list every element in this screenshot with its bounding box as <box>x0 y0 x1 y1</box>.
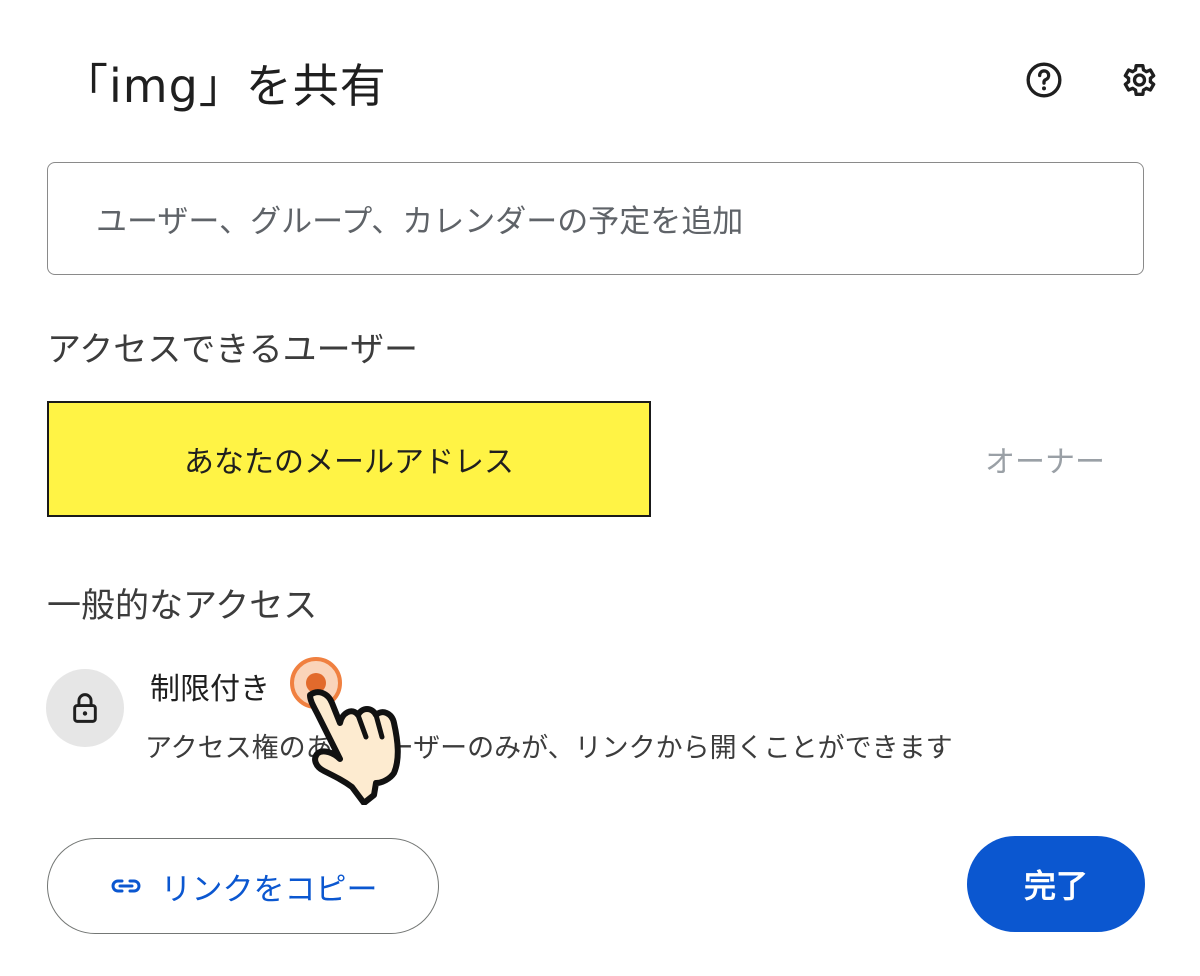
gear-icon <box>1123 64 1156 97</box>
help-button[interactable] <box>1022 58 1066 102</box>
general-access-description: アクセス権のあるユーザーのみが、リンクから開くことができます <box>145 733 953 764</box>
link-icon <box>111 879 140 893</box>
user-role: オーナー <box>985 445 1105 480</box>
tap-hand-icon <box>290 657 401 805</box>
lock-icon <box>73 693 97 723</box>
user-email-highlight: あなたのメールアドレス <box>47 401 651 517</box>
add-people-placeholder: ユーザー、グループ、カレンダーの予定を追加 <box>96 204 744 240</box>
people-with-access-heading: アクセスできるユーザー <box>47 330 418 370</box>
copy-link-button[interactable]: リンクをコピー <box>47 838 439 934</box>
general-access-icon-circle <box>46 669 124 747</box>
done-button[interactable]: 完了 <box>967 836 1145 932</box>
done-label: 完了 <box>1023 867 1088 905</box>
add-people-input[interactable]: ユーザー、グループ、カレンダーの予定を追加 <box>47 162 1144 275</box>
help-circle-icon <box>1026 62 1062 98</box>
general-access-dropdown[interactable]: 制限付き <box>150 664 270 708</box>
general-access-heading: 一般的なアクセス <box>47 586 318 626</box>
dialog-title: 「img」を共有 <box>62 59 387 113</box>
copy-link-label: リンクをコピー <box>160 871 378 908</box>
user-email-note: あなたのメールアドレス <box>184 445 514 480</box>
settings-button[interactable] <box>1116 58 1160 102</box>
